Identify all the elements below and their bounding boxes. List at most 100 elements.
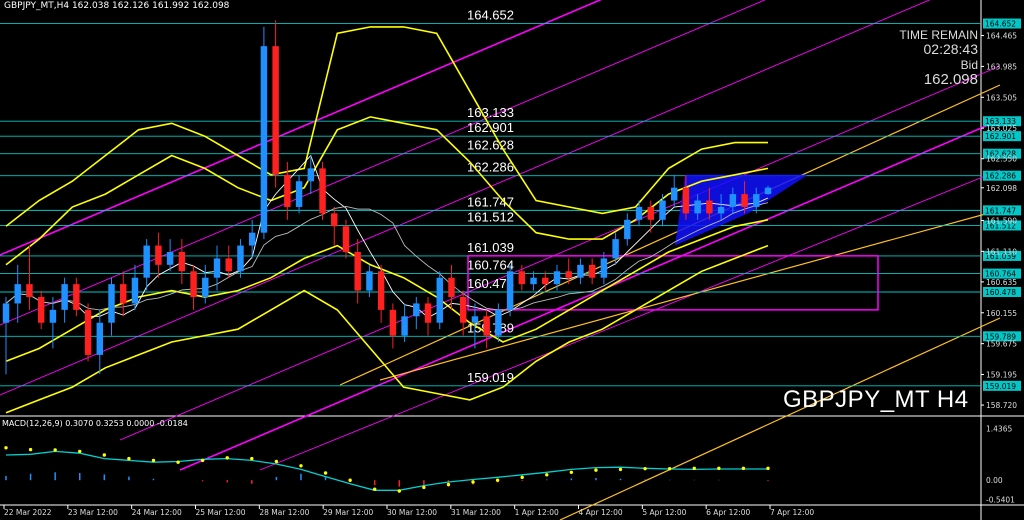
macd-signal-dot [520, 475, 524, 480]
level-label: 161.039 [467, 240, 514, 255]
date-tick-label: 23 Mar 12:00 [68, 508, 118, 517]
candle-body [741, 194, 748, 207]
candle-body [624, 219, 631, 240]
price-tick-label: 163.025 [986, 124, 1017, 133]
trend-line [339, 84, 1001, 386]
chart-watermark: GBPJPY_MT H4 [783, 386, 969, 413]
candle-body [670, 187, 678, 201]
candle-body [530, 277, 537, 285]
date-tick-label: 30 Mar 12:00 [387, 508, 437, 517]
macd-signal-dot [348, 478, 352, 482]
candle-body [131, 277, 139, 304]
candle-body [588, 264, 596, 278]
candle-body [2, 303, 10, 323]
trading-chart-window[interactable]: 164.652 164.652 163.133 163.133 162.901 162.9… [0, 0, 1024, 520]
macd-signal-dot [495, 478, 500, 482]
price-tick-label: 159.195 [986, 371, 1017, 380]
chart-header: GBPJPY_MT,H4 162.038 162.126 161.992 162… [4, 1, 229, 11]
price-level-tag-text: 161.747 [985, 206, 1016, 215]
candle-body [459, 297, 467, 323]
date-tick-label: 31 Mar 12:00 [451, 508, 501, 517]
candle-body [495, 309, 502, 336]
candle-body [354, 251, 361, 291]
candle-body [213, 258, 221, 278]
macd-signal-dot [422, 485, 426, 490]
macd-signal-dot [643, 466, 647, 471]
macd-signal-dot [274, 459, 279, 464]
macd-signal-dot [176, 460, 180, 464]
macd-signal-dot [53, 448, 57, 452]
candle-body [73, 284, 80, 310]
price-tick-label: 160.155 [986, 309, 1017, 318]
candle-body [166, 251, 174, 265]
candle-body [753, 194, 760, 207]
candle-body [471, 316, 479, 323]
macd-signal-dot [741, 466, 746, 471]
macd-signal-dot [225, 456, 229, 460]
macd-signal-dot [667, 466, 672, 471]
band-upper-outer [5, 26, 768, 227]
candle-body [682, 187, 690, 214]
level-label: 161.512 [467, 209, 514, 224]
level-label: 164.652 [467, 8, 514, 23]
candle-body [424, 303, 432, 323]
candle-body [202, 277, 209, 298]
candle-body [96, 322, 104, 355]
date-tick-label: 1 Apr 12:00 [515, 508, 559, 517]
date-tick-label: 28 Mar 12:00 [259, 508, 309, 517]
candle-body [248, 232, 256, 246]
candle-body [190, 271, 197, 298]
macd-signal-dot [299, 464, 303, 468]
candle-body [295, 181, 303, 207]
range-box [467, 255, 879, 311]
date-tick-label: 25 Mar 12:00 [196, 508, 246, 517]
candle-body [553, 271, 561, 285]
candle-body [518, 271, 526, 285]
candle-body [565, 271, 572, 278]
candle-body [342, 226, 350, 252]
candle-body [389, 309, 397, 336]
candle-body [483, 316, 490, 336]
candle-body [436, 277, 443, 323]
time-remain-value: 02:28:43 [923, 41, 979, 57]
macd-signal-dot [200, 458, 205, 463]
macd-header: MACD(12,26,9) 0.3070 0.3253 0.0000 -0.01… [2, 419, 188, 428]
fib-channel-line [179, 119, 1001, 471]
candle-body [635, 206, 643, 220]
macd-tick-label: 1.4365 [986, 424, 1012, 433]
candle-body [237, 245, 244, 272]
candle-body [717, 206, 725, 214]
macd-signal-dot [397, 489, 401, 493]
candle-body [542, 277, 549, 285]
candle-body [225, 258, 232, 272]
macd-signal-dot [545, 473, 549, 477]
candle-body [764, 187, 772, 195]
candle-body [377, 271, 385, 310]
macd-signal-dot [446, 482, 451, 487]
price-level-tag-text: 160.478 [985, 288, 1016, 297]
price-chart[interactable]: 164.652164.652163.133163.133162.901162.9… [0, 0, 1024, 520]
level-label: 163.133 [467, 105, 514, 120]
macd-signal-dot [569, 470, 574, 474]
candle-body [120, 284, 127, 304]
macd-signal-dot [766, 466, 770, 471]
date-tick-label: 6 Apr 12:00 [706, 508, 750, 517]
candle-body [506, 271, 514, 310]
macd-signal-dot [594, 468, 598, 472]
price-tick-label: 158.720 [986, 401, 1017, 410]
level-label: 159.019 [467, 370, 514, 385]
candle-body [14, 284, 21, 304]
level-label: 161.747 [467, 194, 514, 209]
price-level-tag-text: 162.286 [985, 172, 1016, 181]
time-remain-label: TIME REMAIN [899, 28, 978, 42]
macd-signal-dot [618, 467, 623, 472]
macd-tick-label: -0.5401 [986, 496, 1015, 505]
price-tick-label: 162.550 [986, 155, 1017, 164]
candle-body [49, 309, 57, 323]
candle-body [319, 168, 326, 214]
macd-line [5, 450, 768, 491]
candle-body [694, 200, 701, 214]
candle-body [366, 271, 373, 291]
candle-body [577, 264, 584, 278]
price-tick-label: 163.505 [986, 93, 1017, 102]
